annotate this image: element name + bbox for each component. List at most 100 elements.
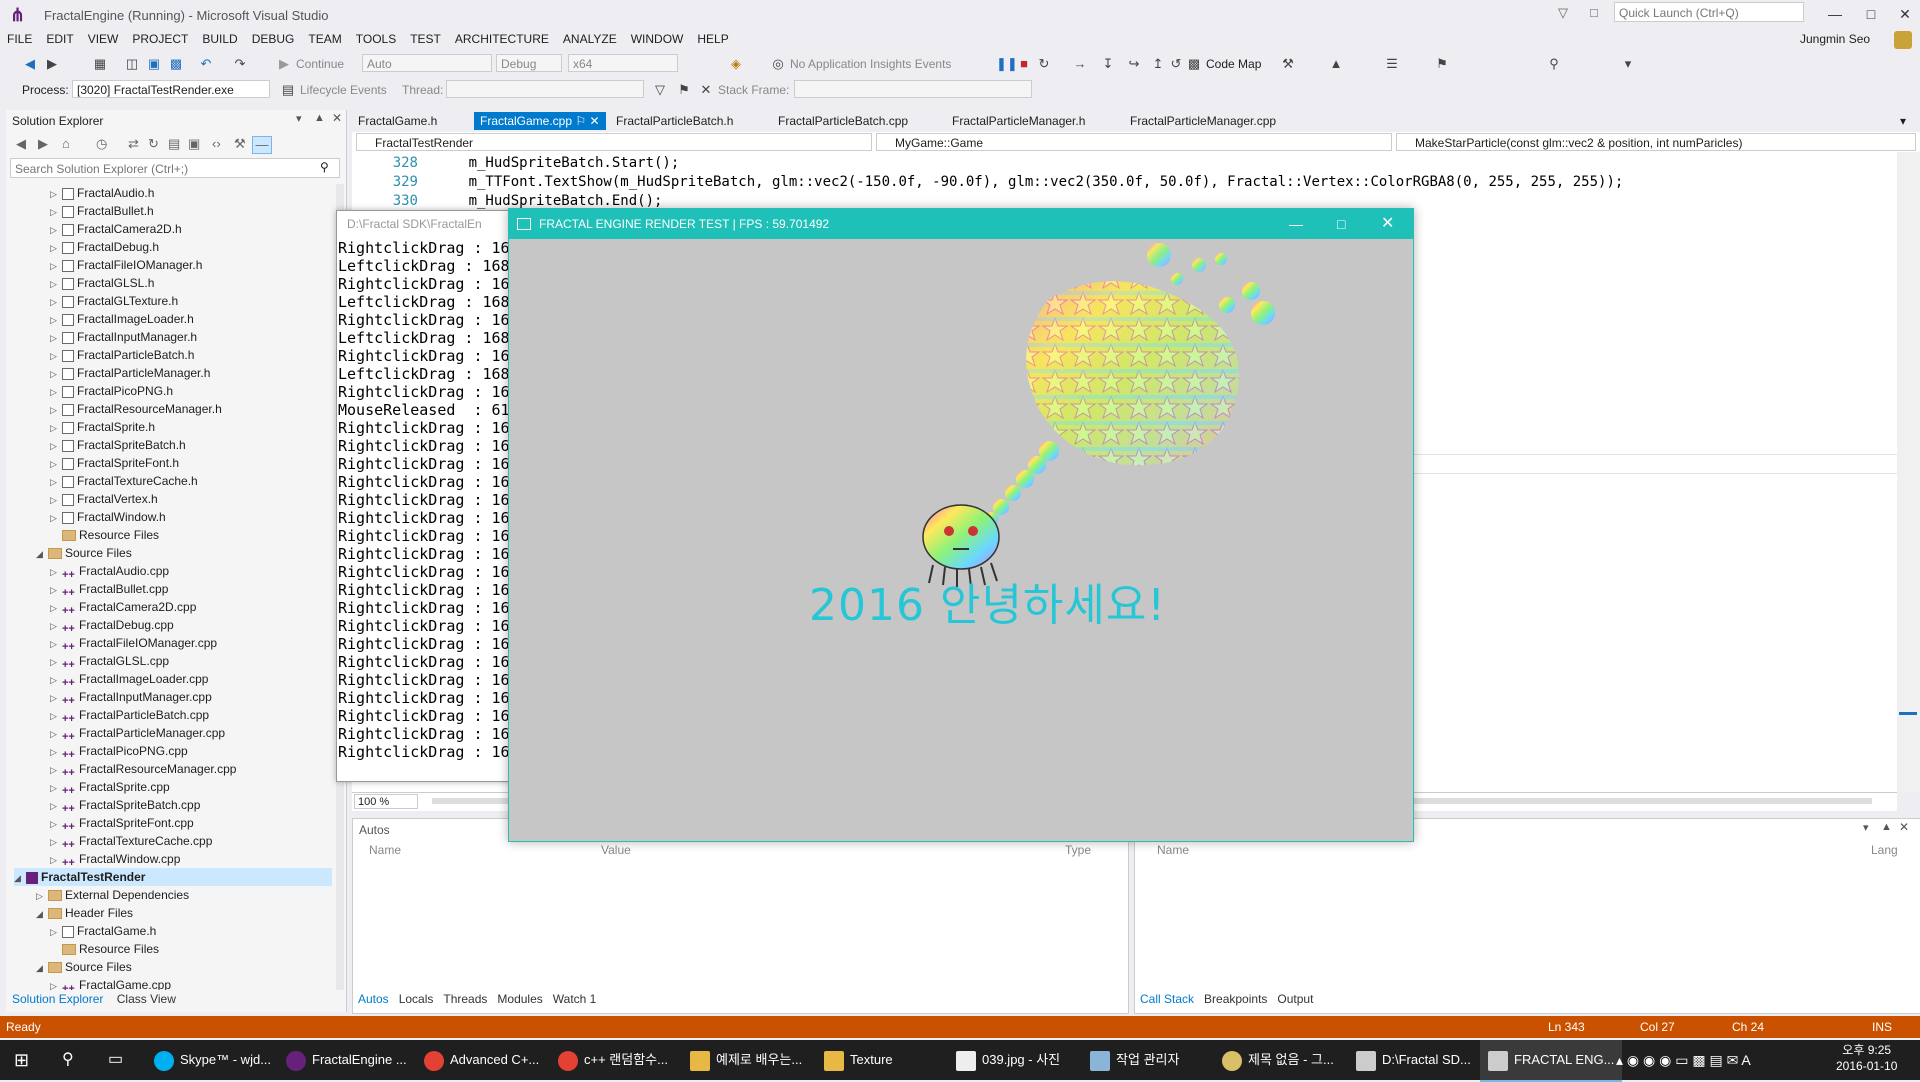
build-config-select[interactable]: Debug: [496, 54, 562, 72]
menu-debug[interactable]: DEBUG: [245, 30, 302, 48]
overflow-icon[interactable]: ▾: [1620, 56, 1636, 72]
tree-item[interactable]: ▷ FractalInputManager.h: [50, 328, 197, 346]
taskbar-folder-texture[interactable]: Texture: [824, 1040, 893, 1080]
tree-folder[interactable]: Resource Files: [50, 526, 159, 544]
game-canvas[interactable]: [509, 239, 1413, 841]
tab-close-icon[interactable]: ✕: [590, 114, 600, 128]
tree-item[interactable]: ▷ FractalGLTexture.h: [50, 292, 178, 310]
preview-selected-icon[interactable]: —: [252, 136, 272, 154]
stop-icon[interactable]: ■: [1016, 56, 1032, 72]
taskbar-folder-1[interactable]: 예제로 배우는...: [690, 1040, 802, 1080]
tree-item[interactable]: ▷ ++ FractalWindow.cpp: [50, 850, 180, 869]
tree-item[interactable]: ▷ ++ FractalSprite.cpp: [50, 778, 170, 797]
browser-link-icon[interactable]: ◈: [728, 56, 744, 72]
minimize-button[interactable]: —: [1820, 4, 1850, 24]
tree-item[interactable]: ▷ FractalBullet.h: [50, 202, 154, 220]
tab-fractalparticlemanager-h[interactable]: FractalParticleManager.h: [952, 112, 1085, 130]
tree-folder[interactable]: ◢ Source Files: [36, 544, 132, 562]
menu-architecture[interactable]: ARCHITECTURE: [448, 30, 556, 48]
tree-item[interactable]: ▷ FractalGame.h: [50, 922, 156, 940]
back-icon[interactable]: ◀: [16, 136, 26, 152]
code-map-button[interactable]: Code Map: [1206, 56, 1261, 72]
step-over-icon[interactable]: ↪: [1126, 56, 1142, 72]
breakpoint-icon[interactable]: ▲: [1328, 56, 1344, 72]
menu-team[interactable]: TEAM: [301, 30, 348, 48]
tab-watch-1[interactable]: Watch 1: [553, 992, 597, 1006]
menu-window[interactable]: WINDOW: [624, 30, 691, 48]
menu-analyze[interactable]: ANALYZE: [556, 30, 624, 48]
taskbar-photos[interactable]: 039.jpg - 사진: [956, 1040, 1060, 1080]
tree-item[interactable]: ▷ ++ FractalImageLoader.cpp: [50, 670, 208, 689]
comment-icon[interactable]: ☰: [1384, 56, 1400, 72]
tree-item[interactable]: ▷ ++ FractalParticleBatch.cpp: [50, 706, 209, 725]
forward-icon[interactable]: ▶: [38, 136, 48, 152]
zoom-select[interactable]: 100 %: [354, 794, 418, 809]
tab-breakpoints[interactable]: Breakpoints: [1204, 992, 1267, 1006]
tree-item[interactable]: ▷ ++ FractalPicoPNG.cpp: [50, 742, 188, 761]
tree-item[interactable]: ▷ FractalTextureCache.h: [50, 472, 198, 490]
taskbar-skype[interactable]: Skype™ - wjd...: [154, 1040, 271, 1080]
home-icon[interactable]: ⌂: [62, 136, 70, 151]
vertical-scrollbar[interactable]: [1897, 152, 1920, 792]
tree-item[interactable]: ▷ ++ FractalCamera2D.cpp: [50, 598, 196, 617]
close-button[interactable]: ✕: [1890, 4, 1920, 24]
tree-item[interactable]: ▷ ++ FractalGLSL.cpp: [50, 652, 169, 671]
menu-view[interactable]: VIEW: [81, 30, 126, 48]
panel-close-icon[interactable]: ✕: [332, 111, 342, 125]
lifecycle-icon[interactable]: ▤: [280, 82, 296, 98]
tab-fractalparticlebatch-h[interactable]: FractalParticleBatch.h: [616, 112, 733, 130]
tab-modules[interactable]: Modules: [497, 992, 542, 1006]
tree-item[interactable]: ▷ ++ FractalFileIOManager.cpp: [50, 634, 217, 653]
find-icon[interactable]: ⚲: [1546, 56, 1562, 72]
code-line[interactable]: 328 m_HudSpriteBatch.Start();: [352, 154, 680, 173]
taskbar-fractal-engine[interactable]: FRACTAL ENG...: [1480, 1040, 1623, 1082]
user-name[interactable]: Jungmin Seo: [1800, 32, 1870, 46]
redo-icon[interactable]: ↷: [232, 56, 248, 72]
tree-item[interactable]: ▷ FractalPicoPNG.h: [50, 382, 173, 400]
tree-item[interactable]: ▷ ++ FractalBullet.cpp: [50, 580, 168, 599]
close-button[interactable]: ✕: [1381, 209, 1394, 239]
refresh-icon[interactable]: ↺: [1168, 56, 1184, 72]
step-into-icon[interactable]: ↧: [1100, 56, 1116, 72]
save-all-icon[interactable]: ▩: [168, 56, 184, 72]
console-window[interactable]: D:\Fractal SDK\FractalEn RightclickDrag …: [336, 210, 518, 782]
taskbar-clock[interactable]: 오후 9:25 2016-01-10: [1836, 1042, 1897, 1074]
tree-folder[interactable]: ◢ Header Files: [36, 904, 133, 922]
taskbar-visual-studio[interactable]: FractalEngine ...: [286, 1040, 407, 1080]
tab-fractalgame-cpp[interactable]: FractalGame.cpp ⚐ ✕: [474, 112, 606, 130]
forward-icon[interactable]: ▶: [44, 56, 60, 72]
tree-item[interactable]: ▷ ++ FractalSpriteBatch.cpp: [50, 796, 200, 815]
code-map-icon[interactable]: ▩: [1186, 56, 1202, 72]
taskbar-task-manager[interactable]: 작업 관리자: [1090, 1040, 1179, 1080]
tab-autos[interactable]: Autos: [358, 992, 389, 1006]
column-name[interactable]: Name: [1157, 843, 1189, 857]
tree-folder[interactable]: Resource Files: [50, 940, 159, 958]
tree-item[interactable]: ▷ ++ FractalTextureCache.cpp: [50, 832, 212, 851]
taskbar-chrome-2[interactable]: c++ 랜덤함수...: [558, 1040, 668, 1080]
tree-folder[interactable]: ◢ Source Files: [36, 958, 132, 976]
back-icon[interactable]: ◀: [22, 56, 38, 72]
taskbar-paint[interactable]: 제목 없음 - 그...: [1222, 1040, 1334, 1080]
tree-item[interactable]: ▷ FractalGLSL.h: [50, 274, 154, 292]
render-title-bar[interactable]: FRACTAL ENGINE RENDER TEST | FPS : 59.70…: [509, 209, 1413, 239]
open-icon[interactable]: ◫: [124, 56, 140, 72]
tree-folder[interactable]: ▷ External Dependencies: [36, 886, 189, 904]
panel-menu-icon[interactable]: ▾: [296, 112, 302, 125]
column-name[interactable]: Name: [369, 843, 401, 857]
tree-item[interactable]: ▷ FractalParticleManager.h: [50, 364, 210, 382]
avatar[interactable]: [1894, 31, 1912, 49]
column-value[interactable]: Value: [601, 843, 631, 857]
tab-overflow-icon[interactable]: ▾: [1900, 112, 1906, 130]
panel-close-icon[interactable]: ✕: [1899, 820, 1909, 834]
menu-test[interactable]: TEST: [403, 30, 448, 48]
tree-item[interactable]: ▷ FractalDebug.h: [50, 238, 159, 256]
view-code-icon[interactable]: ‹›: [212, 136, 221, 151]
menu-tools[interactable]: TOOLS: [349, 30, 403, 48]
tree-item[interactable]: ▷ FractalSprite.h: [50, 418, 155, 436]
sync-icon[interactable]: ⇄: [128, 136, 139, 152]
continue-icon[interactable]: ▶: [276, 56, 292, 72]
tab-fractalparticlemanager-cpp[interactable]: FractalParticleManager.cpp: [1130, 112, 1276, 130]
continue-button[interactable]: Continue: [296, 56, 344, 72]
lifecycle-events-button[interactable]: Lifecycle Events: [300, 82, 387, 98]
platform-select[interactable]: x64: [568, 54, 678, 72]
